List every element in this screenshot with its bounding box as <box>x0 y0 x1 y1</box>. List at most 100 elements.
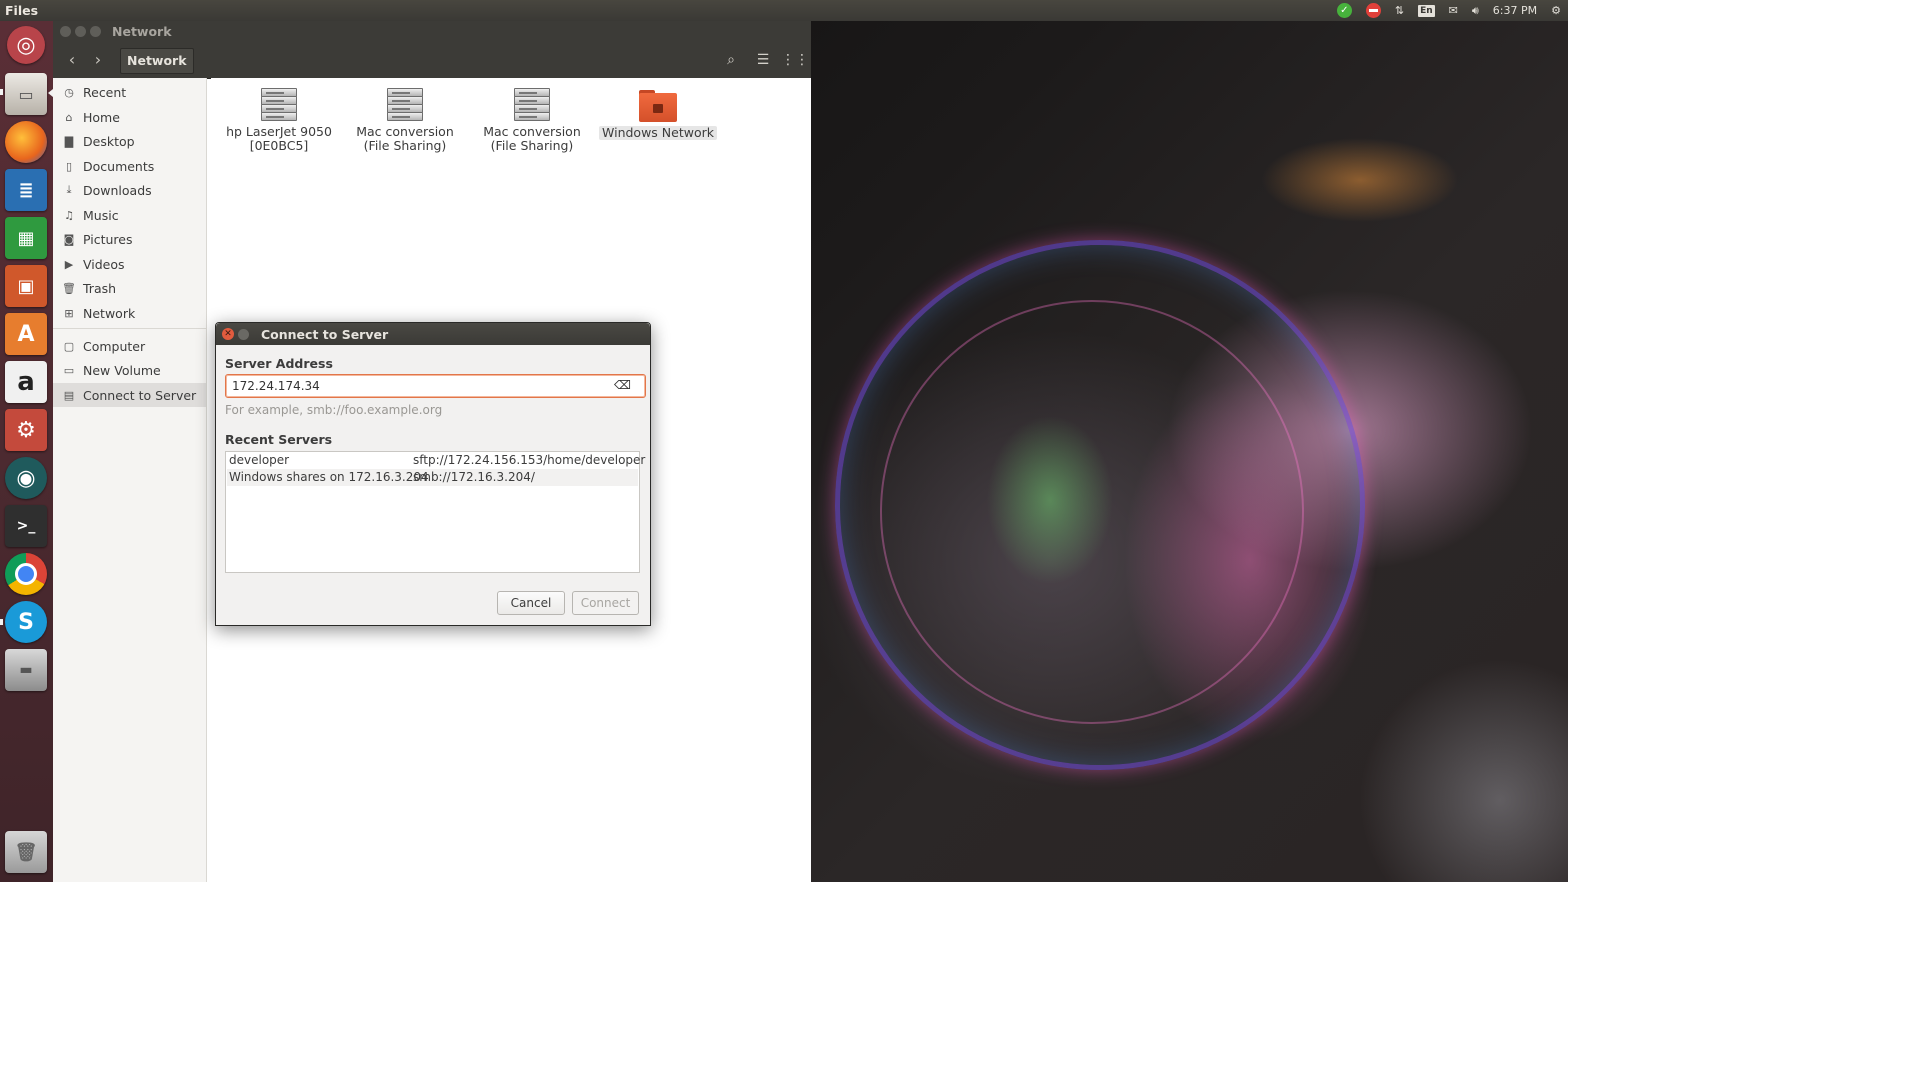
network-item-hp-laserjet[interactable]: hp LaserJet 9050 [0E0BC5] <box>219 80 339 153</box>
list-view-icon[interactable]: ☰ <box>753 50 773 70</box>
sidebar-item-label: Downloads <box>83 182 152 198</box>
ubuntu-software-icon[interactable]: A <box>5 313 47 355</box>
chrome-icon[interactable] <box>5 553 47 595</box>
sidebar-item-home[interactable]: ⌂ Home <box>53 105 206 129</box>
ubuntu-dash-icon[interactable]: ◎ <box>7 26 45 64</box>
recent-server-name: Windows shares on 172.16.3.204 <box>229 470 429 484</box>
minimize-icon[interactable] <box>238 328 249 340</box>
close-icon[interactable]: ✕ <box>222 328 234 340</box>
sidebar-item-connect-to-server[interactable]: ▤ Connect to Server <box>53 383 206 407</box>
server-address-label: Server Address <box>225 356 333 371</box>
amazon-icon[interactable]: a <box>5 361 47 403</box>
network-item-windows-network[interactable]: Windows Network <box>598 80 718 140</box>
sidebar-separator <box>53 328 206 329</box>
sidebar-item-label: Connect to Server <box>83 387 197 403</box>
dialog-titlebar[interactable]: ✕ Connect to Server <box>216 323 650 345</box>
item-label-line1: Mac conversion <box>483 124 581 139</box>
sidebar-item-videos[interactable]: ▶ Videos <box>53 252 206 276</box>
running-indicator <box>0 619 3 625</box>
forward-arrow-icon[interactable]: › <box>87 50 109 70</box>
sidebar-item-recent[interactable]: ◷ Recent <box>53 80 206 104</box>
sidebar-item-new-volume[interactable]: ▭ New Volume <box>53 358 206 382</box>
system-tray: ✓ ⇅ En ✉ 🔊︎ 6:37 PM ⚙ <box>1330 0 1568 21</box>
download-icon: ⤓ <box>66 183 72 196</box>
cancel-button[interactable]: Cancel <box>497 591 565 615</box>
update-check-icon[interactable]: ✓ <box>1336 3 1352 18</box>
network-transfer-icon[interactable]: ⇅ <box>1395 4 1404 17</box>
minimize-icon[interactable] <box>75 26 86 37</box>
sidebar-item-label: Videos <box>83 256 125 272</box>
document-icon: ▯ <box>65 159 73 173</box>
back-arrow-icon[interactable]: ‹ <box>61 50 83 70</box>
settings-gear-icon[interactable]: ⚙ <box>1551 4 1561 17</box>
recent-server-uri: smb://172.16.3.204/ <box>413 470 535 484</box>
close-icon[interactable] <box>60 26 71 37</box>
search-icon[interactable]: ⌕ <box>721 50 741 70</box>
recent-server-row[interactable]: Windows shares on 172.16.3.204 smb://172… <box>227 469 638 486</box>
server-icon <box>261 88 297 122</box>
network-blocked-icon[interactable] <box>1365 3 1381 18</box>
sidebar-item-pictures[interactable]: ◙ Pictures <box>53 227 206 251</box>
sidebar-item-music[interactable]: ♫ Music <box>53 203 206 227</box>
drive-icon[interactable]: ▬ <box>5 649 47 691</box>
libreoffice-writer-icon[interactable]: ≣ <box>5 169 47 211</box>
trash-icon[interactable]: 🗑︎ <box>5 831 47 873</box>
connect-to-server-dialog: ✕ Connect to Server Server Address 172.2… <box>215 322 651 626</box>
windows-network-folder-icon <box>639 90 677 122</box>
skype-icon[interactable]: S <box>5 601 47 643</box>
sidebar-item-label: Music <box>83 207 119 223</box>
server-icon: ▤ <box>63 388 75 402</box>
firefox-icon[interactable] <box>5 121 47 163</box>
terminal-icon[interactable]: >_ <box>5 505 47 547</box>
wallpaper-bubble-inner <box>880 300 1304 724</box>
network-item-mac-conversion-1[interactable]: Mac conversion (File Sharing) <box>345 80 465 153</box>
libreoffice-calc-icon[interactable]: ▦ <box>5 217 47 259</box>
sidebar: ◷ Recent ⌂ Home ▇ Desktop ▯ Documents ⤓ Downl… <box>53 78 207 882</box>
folder-icon: ▇ <box>64 134 74 148</box>
sidebar-item-network[interactable]: ⊞ Network <box>53 301 206 325</box>
sidebar-item-downloads[interactable]: ⤓ Downloads <box>53 178 206 202</box>
sidebar-item-label: Network <box>83 305 136 321</box>
sidebar-item-label: Pictures <box>83 231 133 247</box>
video-icon: ▶ <box>64 257 74 271</box>
drive-icon: ▭ <box>63 363 75 377</box>
sidebar-item-label: Recent <box>83 84 127 100</box>
volume-icon[interactable]: 🔊︎ <box>1472 4 1479 18</box>
gitkraken-icon[interactable]: ◉ <box>5 457 47 499</box>
maximize-icon[interactable] <box>90 26 101 37</box>
recent-server-row[interactable]: developer sftp://172.24.156.153/home/dev… <box>227 452 645 469</box>
sidebar-item-documents[interactable]: ▯ Documents <box>53 154 206 178</box>
music-icon: ♫ <box>64 208 74 222</box>
clock-icon: ◷ <box>64 85 74 99</box>
grid-view-icon[interactable]: ⋮⋮ <box>781 50 809 70</box>
sidebar-item-computer[interactable]: ▢ Computer <box>53 334 206 358</box>
sidebar-item-trash[interactable]: 🗑︎ Trash <box>53 276 206 300</box>
network-icon: ⊞ <box>64 306 74 320</box>
dialog-title: Connect to Server <box>261 326 389 342</box>
keyboard-layout-indicator[interactable]: En <box>1418 4 1435 17</box>
active-app-title[interactable]: Files <box>5 3 38 18</box>
sidebar-item-desktop[interactable]: ▇ Desktop <box>53 129 206 153</box>
item-label-line2: [0E0BC5] <box>249 138 309 153</box>
server-address-hint: For example, smb://foo.example.org <box>225 403 443 417</box>
path-bar-network[interactable]: Network <box>120 48 194 74</box>
item-label-line1: Mac conversion <box>356 124 454 139</box>
sidebar-item-label: New Volume <box>83 362 161 378</box>
window-titlebar[interactable]: Network <box>53 21 811 42</box>
clock[interactable]: 6:37 PM <box>1493 4 1537 17</box>
connect-button[interactable]: Connect <box>572 591 639 615</box>
libreoffice-impress-icon[interactable]: ▣ <box>5 265 47 307</box>
header-bar: ‹ › Network ⌕ ☰ ⋮⋮ <box>53 42 811 79</box>
system-settings-icon[interactable]: ⚙ <box>5 409 47 451</box>
clear-text-icon[interactable]: ⌫ <box>614 378 631 392</box>
top-panel: Files ✓ ⇅ En ✉ 🔊︎ 6:37 PM ⚙ <box>0 0 1568 21</box>
files-app-icon[interactable]: ▭ <box>5 73 47 115</box>
item-label-line1: Windows Network <box>599 126 717 140</box>
mail-icon[interactable]: ✉ <box>1449 4 1458 17</box>
network-item-mac-conversion-2[interactable]: Mac conversion (File Sharing) <box>472 80 592 153</box>
computer-icon: ▢ <box>63 339 75 353</box>
launcher: ◎ ▭ ≣ ▦ ▣ A a ⚙ ◉ >_ S ▬ 🗑︎ <box>0 21 54 882</box>
sidebar-item-label: Computer <box>83 338 146 354</box>
sidebar-item-label: Trash <box>83 280 117 296</box>
server-address-input[interactable]: 172.24.174.34 <box>225 374 646 398</box>
